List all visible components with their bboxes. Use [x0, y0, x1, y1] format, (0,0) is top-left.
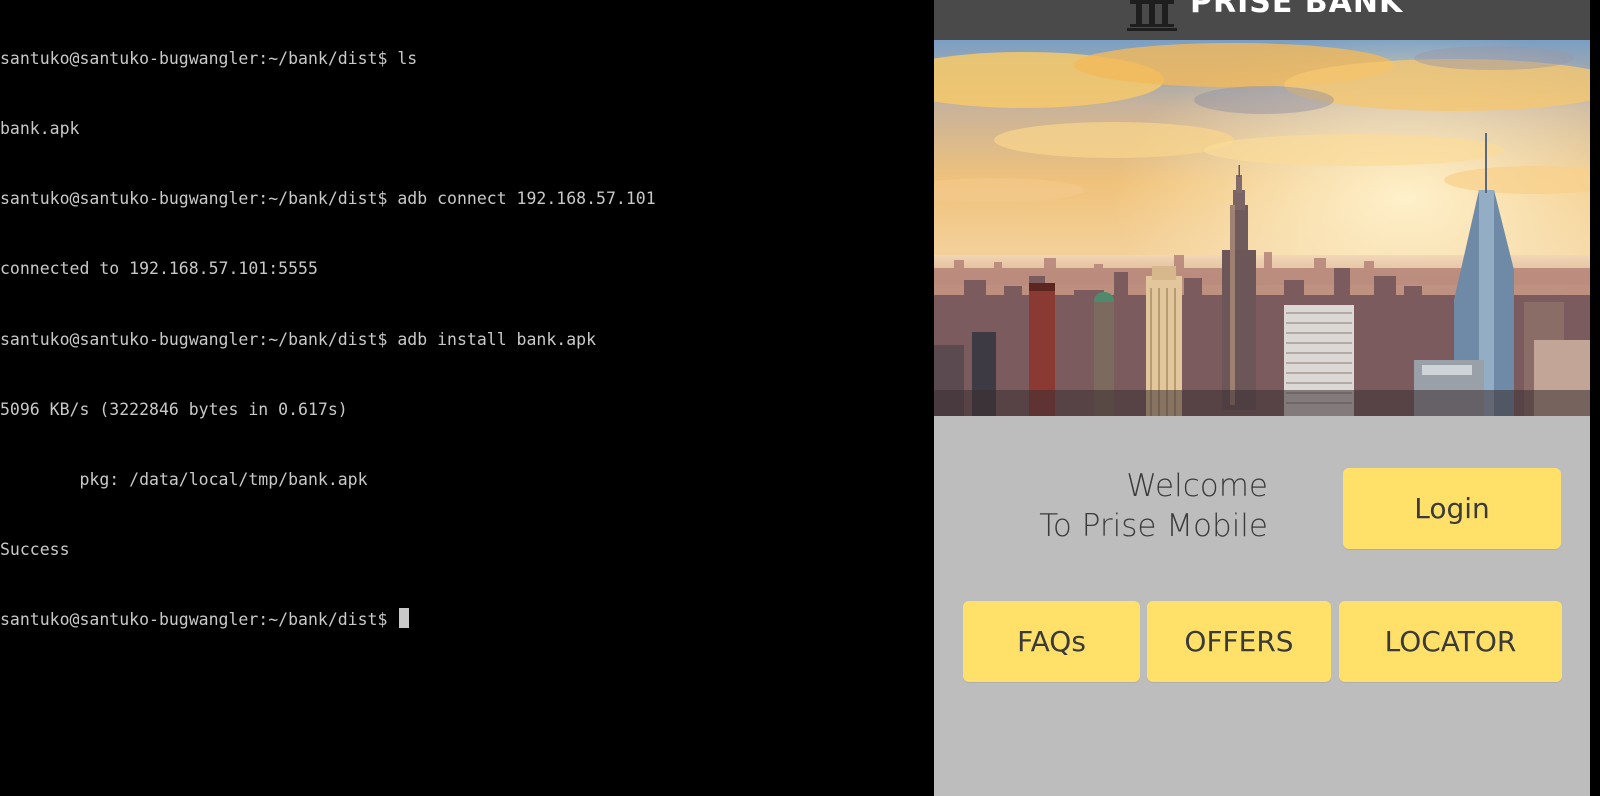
welcome-line-1: Welcome [1126, 468, 1268, 504]
emulator-border [1590, 0, 1600, 796]
terminal-line: santuko@santuko-bugwangler:~/bank/dist$ … [0, 329, 597, 349]
terminal-prompt-line[interactable]: santuko@santuko-bugwangler:~/bank/dist$ [0, 608, 934, 631]
terminal-line: connected to 192.168.57.101:5555 [0, 259, 318, 279]
locator-button[interactable]: LOCATOR [1339, 601, 1562, 682]
android-emulator-screen[interactable]: PRISE BANK Welcome To Prise Mobile Login… [934, 0, 1590, 796]
terminal-line: santuko@santuko-bugwangler:~/bank/dist$ … [0, 189, 656, 209]
terminal-line: Success [0, 540, 70, 560]
city-skyline-image [934, 40, 1590, 416]
welcome-line-2: To Prise Mobile [1039, 508, 1268, 544]
offers-button[interactable]: OFFERS [1147, 601, 1331, 682]
terminal-prompt: santuko@santuko-bugwangler:~/bank/dist$ [0, 610, 398, 630]
terminal-line: bank.apk [0, 119, 80, 139]
terminal-line: santuko@santuko-bugwangler:~/bank/dist$ … [0, 48, 418, 68]
terminal-line: 5096 KB/s (3222846 bytes in 0.617s) [0, 399, 348, 419]
terminal-line: pkg: /data/local/tmp/bank.apk [0, 470, 368, 490]
text-cursor [399, 608, 410, 629]
bank-building-icon [1127, 0, 1177, 31]
app-title: PRISE BANK [1190, 0, 1404, 20]
welcome-message: Welcome To Prise Mobile [1039, 466, 1268, 546]
app-header: PRISE BANK [934, 0, 1590, 41]
terminal-window[interactable]: santuko@santuko-bugwangler:~/bank/dist$ … [0, 0, 934, 796]
faqs-button[interactable]: FAQs [963, 601, 1140, 682]
login-button[interactable]: Login [1343, 468, 1561, 549]
